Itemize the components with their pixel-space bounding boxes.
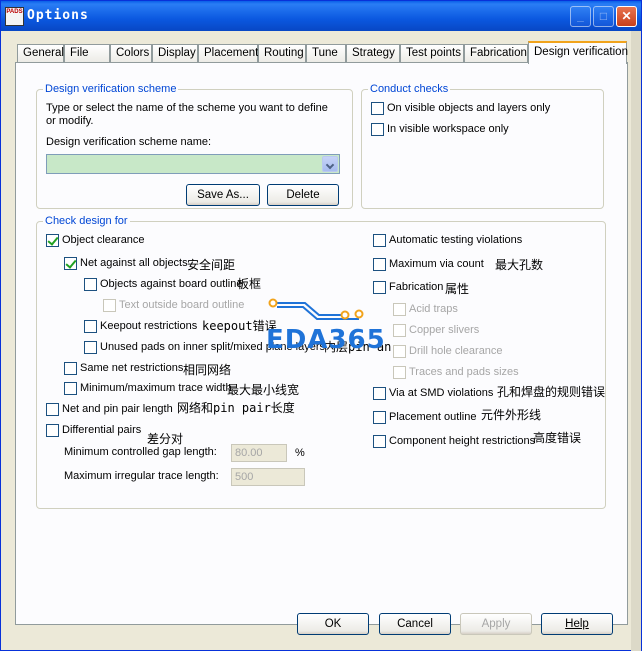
net-pin-pair-checkbox[interactable] <box>46 403 59 416</box>
copper-slivers-label: Copper slivers <box>409 324 480 336</box>
window-edge <box>631 31 641 651</box>
via-smd-label: Via at SMD violations <box>389 387 494 399</box>
objects-against-board-label: Objects against board outline <box>100 278 243 290</box>
check-group-label: Check design for <box>43 215 130 227</box>
in-visible-workspace-label: In visible workspace only <box>387 123 509 135</box>
acid-traps-label: Acid traps <box>409 303 458 315</box>
min-max-trace-label: Minimum/maximum trace width <box>80 382 232 394</box>
tab-placement[interactable]: Placement <box>198 44 258 62</box>
tab-test-points[interactable]: Test points <box>400 44 464 62</box>
options-dialog: PADS Options _ □ ✕ General File Colors D… <box>0 0 642 651</box>
net-against-all-annotation: 安全间距 <box>187 258 236 272</box>
tab-general[interactable]: General <box>17 44 64 62</box>
keepout-label: Keepout restrictions <box>100 320 198 332</box>
help-button[interactable]: Help <box>541 613 613 635</box>
differential-checkbox[interactable] <box>46 424 59 437</box>
drill-hole-checkbox <box>393 345 406 358</box>
tab-fabrication[interactable]: Fabrication <box>464 44 528 62</box>
tab-file[interactable]: File <box>64 44 110 62</box>
keepout-checkbox[interactable] <box>84 320 97 333</box>
component-height-annotation: 高度错误 <box>533 431 582 445</box>
same-net-label: Same net restrictions <box>80 362 184 374</box>
ok-button[interactable]: OK <box>297 613 369 635</box>
min-gap-label: Minimum controlled gap length: <box>64 446 217 458</box>
circuit-trace-icon <box>268 298 364 320</box>
tab-strategy[interactable]: Strategy <box>346 44 400 62</box>
placement-outline-annotation: 元件外形线 <box>481 408 542 422</box>
tab-tune[interactable]: Tune <box>306 44 346 62</box>
max-via-annotation: 最大孔数 <box>495 258 544 272</box>
via-smd-annotation: 孔和焊盘的规则错误 <box>497 385 606 399</box>
acid-traps-checkbox <box>393 303 406 316</box>
tab-display[interactable]: Display <box>152 44 198 62</box>
objects-against-board-checkbox[interactable] <box>84 278 97 291</box>
drill-hole-label: Drill hole clearance <box>409 345 503 357</box>
component-height-label: Component height restrictions <box>389 435 536 447</box>
fabrication-annotation: 属性 <box>445 282 470 296</box>
scheme-description: Type or select the name of the scheme yo… <box>46 102 328 127</box>
text-outside-board-checkbox <box>103 299 116 312</box>
net-pin-pair-annotation: 网络和pin pair长度 <box>177 401 295 415</box>
max-irregular-input[interactable]: 500 <box>231 468 305 486</box>
traces-pads-label: Traces and pads sizes <box>409 366 519 378</box>
scheme-name-combo[interactable] <box>46 154 340 174</box>
apply-button: Apply <box>460 613 532 635</box>
traces-pads-checkbox <box>393 366 406 379</box>
tab-design-verification[interactable]: Design verification <box>528 41 628 64</box>
same-net-annotation: 相同网络 <box>183 363 232 377</box>
on-visible-checkbox[interactable] <box>371 102 384 115</box>
maximize-button[interactable]: □ <box>593 6 614 27</box>
unused-pads-checkbox[interactable] <box>84 341 97 354</box>
scheme-group-label: Design verification scheme <box>43 83 179 95</box>
min-gap-unit: % <box>295 447 305 459</box>
save-as-button[interactable]: Save As... <box>186 184 260 206</box>
net-against-all-label: Net against all objects <box>80 257 188 269</box>
net-against-all-checkbox[interactable] <box>64 257 77 270</box>
object-clearance-label: Object clearance <box>62 234 145 246</box>
differential-annotation: 差分对 <box>147 432 184 446</box>
copper-slivers-checkbox <box>393 324 406 337</box>
min-gap-input[interactable]: 80.00 <box>231 444 287 462</box>
via-smd-checkbox[interactable] <box>373 387 386 400</box>
delete-button[interactable]: Delete <box>267 184 339 206</box>
min-max-trace-checkbox[interactable] <box>64 382 77 395</box>
max-via-label: Maximum via count <box>389 258 484 270</box>
text-outside-board-label: Text outside board outline <box>119 299 245 311</box>
placement-outline-label: Placement outline <box>389 411 477 423</box>
same-net-checkbox[interactable] <box>64 362 77 375</box>
differential-label: Differential pairs <box>62 424 142 436</box>
title-bar[interactable]: PADS Options _ □ ✕ <box>1 1 641 31</box>
placement-outline-checkbox[interactable] <box>373 411 386 424</box>
component-height-checkbox[interactable] <box>373 435 386 448</box>
on-visible-label: On visible objects and layers only <box>387 102 551 114</box>
fabrication-label: Fabrication <box>389 281 444 293</box>
objects-against-board-annotation: 板框 <box>237 277 262 291</box>
conduct-group-label: Conduct checks <box>368 83 451 95</box>
in-visible-workspace-checkbox[interactable] <box>371 123 384 136</box>
scheme-name-label: Design verification scheme name: <box>46 136 212 148</box>
max-irregular-label: Maximum irregular trace length: <box>64 470 219 482</box>
close-button[interactable]: ✕ <box>616 6 637 27</box>
net-pin-pair-label: Net and pin pair length <box>62 403 173 415</box>
tab-colors[interactable]: Colors <box>110 44 152 62</box>
chevron-down-icon[interactable] <box>322 156 338 172</box>
object-clearance-checkbox[interactable] <box>46 234 59 247</box>
min-max-trace-annotation: 最大最小线宽 <box>227 383 300 397</box>
app-icon: PADS <box>5 7 24 26</box>
tab-routing[interactable]: Routing <box>258 44 306 62</box>
max-via-checkbox[interactable] <box>373 258 386 271</box>
auto-testing-checkbox[interactable] <box>373 234 386 247</box>
auto-testing-label: Automatic testing violations <box>389 234 523 246</box>
window-title: Options <box>27 8 89 23</box>
fabrication-checkbox[interactable] <box>373 281 386 294</box>
eda365-watermark: EDA365 <box>266 325 386 355</box>
cancel-button[interactable]: Cancel <box>379 613 451 635</box>
minimize-button[interactable]: _ <box>570 6 591 27</box>
